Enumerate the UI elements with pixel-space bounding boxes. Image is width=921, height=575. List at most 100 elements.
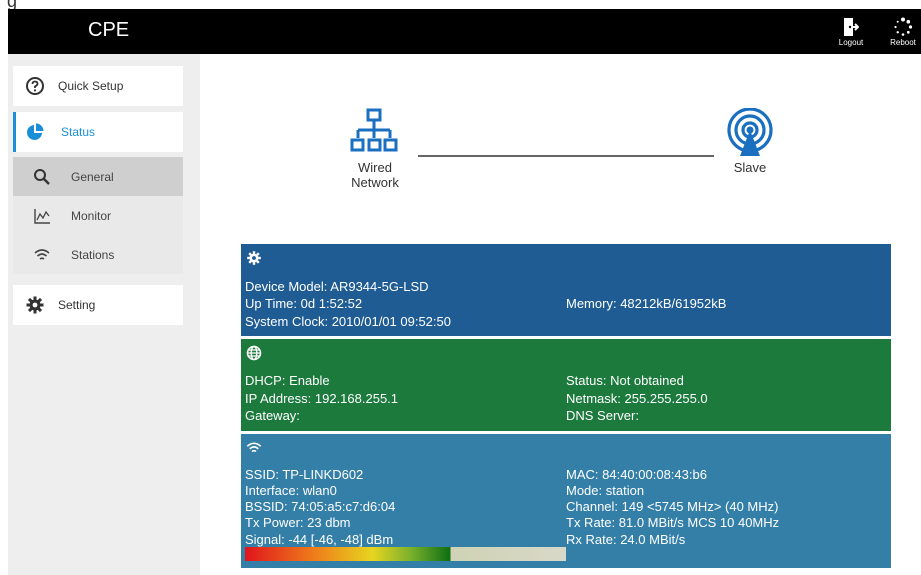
wireless-antenna-icon (727, 108, 773, 156)
conn-status-key: Status: (566, 373, 607, 388)
logout-icon (844, 18, 859, 36)
reboot-icon (894, 17, 913, 36)
mac-row: MAC: 84:40:00:08:43:b6 (566, 467, 707, 482)
interface-row: Interface: wlan0 (245, 483, 337, 498)
dns-server-key: DNS Server: (566, 408, 639, 423)
reboot-label: Reboot (890, 38, 916, 47)
tx-rate-key: Tx Rate: (566, 515, 616, 530)
netmask-row: Netmask: 255.255.255.0 (566, 391, 708, 406)
ssid-value: TP-LINKD602 (282, 467, 364, 482)
device-model-value: AR9344-5G-LSD (330, 279, 429, 294)
ssid-row: SSID: TP-LINKD602 (245, 467, 363, 482)
bssid-row: BSSID: 74:05:a5:c7:d6:04 (245, 499, 395, 514)
gateway-row: Gateway: (245, 408, 300, 423)
netmask-key: Netmask: (566, 391, 621, 406)
gear-icon (247, 251, 261, 265)
wireless-info-panel: SSID: TP-LINKD602 Interface: wlan0 BSSID… (241, 434, 891, 568)
nav-status-label: Status (61, 125, 96, 139)
network-info-panel: DHCP: Enable IP Address: 192.168.255.1 G… (241, 339, 891, 431)
conn-status-value: Not obtained (610, 373, 684, 388)
system-clock-row: System Clock: 2010/01/01 09:52:50 (245, 314, 451, 329)
top-bar: CPE Logout Reboot (8, 9, 921, 54)
device-info-panel: Device Model: AR9344-5G-LSD Up Time: 0d … (241, 244, 891, 336)
device-model-row: Device Model: AR9344-5G-LSD (245, 279, 429, 294)
mac-key: MAC: (566, 467, 599, 482)
signal-key: Signal: (245, 532, 285, 547)
gear-icon (26, 296, 44, 314)
device-model-key: Device Model: (245, 279, 328, 294)
mac-value: 84:40:00:08:43:b6 (602, 467, 707, 482)
connection-line (418, 155, 714, 157)
wired-network-icon (350, 108, 398, 152)
interface-value: wlan0 (302, 483, 337, 498)
line-chart-icon (34, 209, 50, 224)
brand-title: CPE (88, 19, 130, 41)
system-clock-key: System Clock: (245, 314, 329, 329)
nav-quick-setup[interactable]: Quick Setup (13, 66, 183, 106)
tx-rate-value: 81.0 MBit/s MCS 10 40MHz (618, 515, 780, 530)
pie-chart-icon (27, 123, 44, 140)
subnav-general[interactable]: General (13, 157, 183, 196)
subnav-stations-label: Stations (71, 248, 115, 262)
bssid-value: 74:05:a5:c7:d6:04 (291, 499, 396, 514)
logout-label: Logout (838, 38, 864, 47)
netmask-value: 255.255.255.0 (624, 391, 708, 406)
dns-server-row: DNS Server: (566, 408, 639, 423)
nav-setting[interactable]: Setting (13, 285, 183, 325)
question-circle-icon (26, 77, 44, 95)
mode-row: Mode: station (566, 483, 644, 498)
uptime-row: Up Time: 0d 1:52:52 (245, 296, 362, 311)
ip-address-key: IP Address: (245, 391, 312, 406)
bssid-key: BSSID: (245, 499, 288, 514)
status-submenu: General Monitor Stations (13, 157, 183, 274)
uptime-value: 0d 1:52:52 (300, 296, 363, 311)
signal-strength-bar (245, 547, 566, 561)
mode-key: Mode: (566, 483, 603, 498)
subnav-stations[interactable]: Stations (13, 235, 183, 274)
wifi-icon (246, 442, 262, 453)
search-icon (34, 169, 50, 185)
memory-value: 48212kB/61952kB (620, 296, 727, 311)
dhcp-value: Enable (289, 373, 330, 388)
channel-row: Channel: 149 <5745 MHz> (40 MHz) (566, 499, 778, 514)
rx-rate-value: 24.0 MBit/s (620, 532, 686, 547)
wired-network-label: Wired Network (340, 160, 410, 190)
gateway-key: Gateway: (245, 408, 300, 423)
reboot-button[interactable]: Reboot (882, 17, 921, 51)
tx-power-key: Tx Power: (245, 515, 304, 530)
ip-address-value: 192.168.255.1 (314, 391, 399, 406)
mode-value: station (605, 483, 645, 498)
subnav-monitor[interactable]: Monitor (13, 196, 183, 235)
interface-key: Interface: (245, 483, 300, 498)
wifi-icon (34, 249, 50, 260)
slave-label: Slave (733, 160, 767, 175)
memory-key: Memory: (566, 296, 617, 311)
sidebar: Quick Setup Status General Monitor Stati… (8, 54, 200, 575)
system-clock-value: 2010/01/01 09:52:50 (331, 314, 451, 329)
tx-power-row: Tx Power: 23 dbm (245, 515, 351, 530)
conn-status-row: Status: Not obtained (566, 373, 684, 388)
subnav-general-label: General (71, 170, 114, 184)
signal-row: Signal: -44 [-46, -48] dBm (245, 532, 393, 547)
memory-row: Memory: 48212kB/61952kB (566, 296, 726, 311)
nav-quick-setup-label: Quick Setup (58, 79, 124, 93)
nav-status[interactable]: Status (13, 112, 183, 152)
ssid-key: SSID: (245, 467, 279, 482)
dhcp-key: DHCP: (245, 373, 286, 388)
signal-value: -44 [-46, -48] dBm (288, 532, 394, 547)
topology-diagram: Wired Network Slave (200, 54, 921, 244)
wired-network-line2: Network (351, 175, 399, 190)
tx-rate-row: Tx Rate: 81.0 MBit/s MCS 10 40MHz (566, 515, 779, 530)
channel-value: 149 <5745 MHz> (40 MHz) (621, 499, 779, 514)
rx-rate-key: Rx Rate: (566, 532, 617, 547)
channel-key: Channel: (566, 499, 619, 514)
logout-button[interactable]: Logout (830, 17, 872, 51)
nav-setting-label: Setting (58, 298, 96, 312)
globe-icon (246, 345, 262, 361)
subnav-monitor-label: Monitor (71, 209, 112, 223)
uptime-key: Up Time: (245, 296, 298, 311)
ip-address-row: IP Address: 192.168.255.1 (245, 391, 398, 406)
dhcp-row: DHCP: Enable (245, 373, 330, 388)
tx-power-value: 23 dbm (307, 515, 351, 530)
wired-network-line1: Wired (358, 160, 392, 175)
